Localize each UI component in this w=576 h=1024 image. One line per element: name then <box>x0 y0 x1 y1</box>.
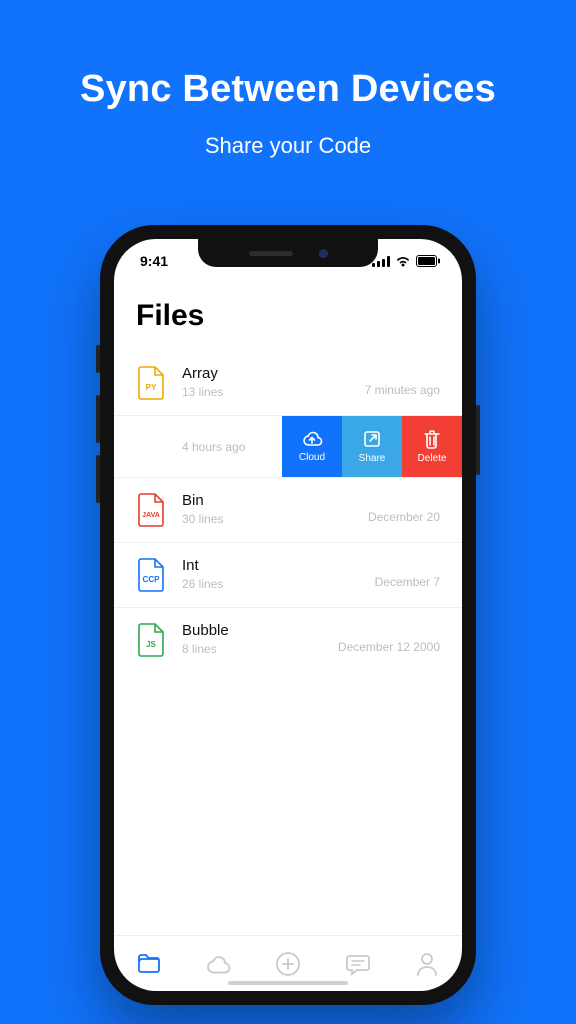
delete-label: Delete <box>418 453 447 464</box>
file-name: Bin <box>182 492 368 509</box>
swiped-file-time: 4 hours ago <box>114 440 282 454</box>
trash-icon <box>423 429 441 449</box>
camera <box>319 249 328 258</box>
share-button[interactable]: Share <box>342 416 402 477</box>
file-time: December 7 <box>375 575 440 589</box>
file-name: Bubble <box>182 622 338 639</box>
cloud-upload-icon <box>301 430 323 448</box>
file-time: December 20 <box>368 510 440 524</box>
file-time: December 12 2000 <box>338 640 440 654</box>
wifi-icon <box>395 255 411 267</box>
file-name: Array <box>182 365 365 382</box>
file-row[interactable]: JS Bubble 8 lines December 12 2000 <box>114 608 462 672</box>
file-meta: 8 lines <box>182 642 338 656</box>
page-title: Files <box>114 291 462 351</box>
side-button <box>96 345 100 373</box>
tab-chat[interactable] <box>336 942 380 986</box>
file-time: 7 minutes ago <box>365 383 440 397</box>
hero-title: Sync Between Devices <box>0 68 576 111</box>
battery-icon <box>416 255 440 267</box>
file-meta: 13 lines <box>182 385 365 399</box>
folder-icon <box>136 953 162 975</box>
speaker <box>249 251 293 256</box>
chat-icon <box>345 952 371 976</box>
file-row[interactable]: CCP Int 26 lines December 7 <box>114 543 462 608</box>
user-icon <box>415 951 439 977</box>
file-meta: 26 lines <box>182 577 375 591</box>
tab-add[interactable] <box>266 942 310 986</box>
home-indicator <box>228 981 348 985</box>
file-row[interactable]: PY Array 13 lines 7 minutes ago <box>114 351 462 416</box>
side-button <box>96 395 100 443</box>
file-type-icon: CCP <box>136 557 166 593</box>
swipe-actions-row: 4 hours ago Cloud Share Delete <box>114 416 462 478</box>
cloud-button[interactable]: Cloud <box>282 416 342 477</box>
file-name: Int <box>182 557 375 574</box>
delete-button[interactable]: Delete <box>402 416 462 477</box>
plus-circle-icon <box>274 950 302 978</box>
svg-text:PY: PY <box>146 383 157 392</box>
tab-files[interactable] <box>127 942 171 986</box>
svg-text:JAVA: JAVA <box>142 512 160 519</box>
tab-profile[interactable] <box>405 942 449 986</box>
file-meta: 30 lines <box>182 512 368 526</box>
hero-subtitle: Share your Code <box>0 133 576 159</box>
notch <box>198 239 378 267</box>
screen: 9:41 Files PY Array 13 lines 7 minutes a… <box>114 239 462 991</box>
side-button <box>476 405 480 475</box>
file-type-icon: PY <box>136 365 166 401</box>
status-time: 9:41 <box>140 253 168 269</box>
phone-frame: 9:41 Files PY Array 13 lines 7 minutes a… <box>100 225 476 1005</box>
file-type-icon: JAVA <box>136 492 166 528</box>
share-icon <box>362 429 382 449</box>
side-button <box>96 455 100 503</box>
svg-text:CCP: CCP <box>143 575 161 584</box>
share-label: Share <box>359 453 386 464</box>
file-type-icon: JS <box>136 622 166 658</box>
cloud-label: Cloud <box>299 452 325 463</box>
cloud-icon <box>204 954 232 974</box>
tab-cloud[interactable] <box>196 942 240 986</box>
file-row[interactable]: JAVA Bin 30 lines December 20 <box>114 478 462 543</box>
svg-text:JS: JS <box>146 640 156 649</box>
